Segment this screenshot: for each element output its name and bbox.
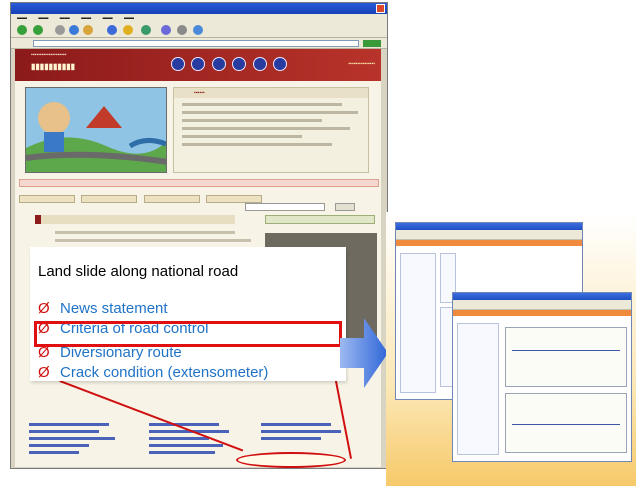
- link[interactable]: [149, 451, 215, 454]
- link[interactable]: [149, 437, 209, 440]
- side-list: [400, 253, 436, 393]
- link[interactable]: [29, 423, 109, 426]
- url-field[interactable]: [33, 40, 359, 47]
- browser-toolbar: [11, 22, 387, 38]
- extensometer-chart-bottom: [505, 393, 627, 453]
- link[interactable]: [29, 451, 79, 454]
- callout-item-label: Crack condition (extensometer): [60, 364, 269, 381]
- home-icon[interactable]: [83, 25, 93, 35]
- browser-window: ▬▬ ▬▬ ▬▬ ▬▬ ▬▬ ▬▬ ▪▪▪▪▪▪▪▪▪▪▪▪▪▪▪▪▪▪▪▪ ▮…: [10, 2, 388, 469]
- history-icon[interactable]: [141, 25, 151, 35]
- panel-heading: ▪▪▪▪▪▪: [174, 88, 368, 98]
- page-tabs: [19, 190, 379, 203]
- header-info: ▪▪▪▪▪▪▪▪▪▪▪▪▪▪▪: [348, 61, 375, 67]
- nav-circle-button[interactable]: [211, 57, 226, 71]
- page-tab[interactable]: [81, 195, 138, 203]
- page-tab[interactable]: [206, 195, 263, 203]
- hero-section: ▪▪▪▪▪▪: [15, 81, 381, 175]
- link-column: [149, 423, 249, 458]
- highlighted-link-ellipse[interactable]: [236, 452, 346, 468]
- site-subtitle: ▪▪▪▪▪▪▪▪▪▪▪▪▪▪▪▪▪▪▪▪: [31, 52, 67, 58]
- title-bar: [11, 3, 387, 14]
- window-toolbar: [396, 230, 582, 240]
- window-title-bar: [453, 293, 631, 300]
- star-icon[interactable]: [123, 25, 133, 35]
- callout-item-label: News statement: [60, 300, 168, 317]
- menu-item[interactable]: ▬▬: [38, 15, 48, 21]
- nav-circle-button[interactable]: [273, 57, 288, 71]
- callout-item-news[interactable]: Ø News statement: [38, 299, 168, 319]
- link[interactable]: [149, 444, 223, 447]
- menu-item[interactable]: ▬▬: [81, 15, 91, 21]
- print-icon[interactable]: [177, 25, 187, 35]
- menu-item[interactable]: ▬▬: [17, 15, 27, 21]
- menu-item[interactable]: ▬▬: [124, 15, 134, 21]
- nav-circle-button[interactable]: [252, 57, 267, 71]
- window-header-strip: [453, 310, 631, 316]
- link[interactable]: [149, 423, 219, 426]
- link[interactable]: [29, 437, 115, 440]
- highlight-box: [34, 321, 342, 347]
- link[interactable]: [29, 444, 89, 447]
- edit-icon[interactable]: [193, 25, 203, 35]
- page-tab[interactable]: [143, 195, 200, 203]
- link[interactable]: [261, 437, 321, 440]
- window-title-bar: [396, 223, 582, 230]
- window-header-strip: [396, 240, 582, 246]
- go-button[interactable]: [363, 40, 381, 47]
- site-search: [245, 203, 379, 211]
- close-icon[interactable]: [376, 4, 385, 13]
- callout-item-crack[interactable]: Ø Crack condition (extensometer): [38, 363, 268, 383]
- menu-item[interactable]: ▬▬: [60, 15, 70, 21]
- page-tab[interactable]: [19, 195, 75, 203]
- chart-window: [452, 292, 632, 462]
- nav-circle-button[interactable]: [191, 57, 206, 71]
- refresh-icon[interactable]: [69, 25, 79, 35]
- bullet-icon: Ø: [38, 364, 50, 381]
- bullet-icon: Ø: [38, 300, 50, 317]
- notice-panel: ▪▪▪▪▪▪: [173, 87, 369, 173]
- illustration: [25, 87, 167, 173]
- alert-strip: [19, 179, 379, 187]
- menu-item[interactable]: ▬▬: [103, 15, 113, 21]
- callout-box: Land slide along national road Ø News sta…: [30, 247, 346, 381]
- window-toolbar: [453, 300, 631, 310]
- extensometer-chart-top: [505, 327, 627, 387]
- link[interactable]: [29, 430, 99, 433]
- side-heading: [265, 215, 375, 224]
- link[interactable]: [261, 430, 341, 433]
- address-bar: [11, 38, 387, 49]
- link-column: [29, 423, 129, 458]
- site-search-button[interactable]: [335, 203, 355, 211]
- stop-icon[interactable]: [55, 25, 65, 35]
- nav-circle-button[interactable]: [171, 57, 185, 71]
- arrow-right-icon: [340, 318, 388, 388]
- link[interactable]: [261, 423, 331, 426]
- site-search-input[interactable]: [245, 203, 325, 211]
- nav-circle-button[interactable]: [232, 57, 247, 71]
- side-list: [457, 323, 499, 455]
- callout-title: Land slide along national road: [38, 263, 239, 280]
- nav-circles: [171, 57, 289, 76]
- section-heading: [35, 215, 235, 224]
- menu-bar: ▬▬ ▬▬ ▬▬ ▬▬ ▬▬ ▬▬: [11, 14, 387, 22]
- back-arrow-icon[interactable]: [17, 25, 27, 35]
- search-icon[interactable]: [107, 25, 117, 35]
- site-header: ▪▪▪▪▪▪▪▪▪▪▪▪▪▪▪▪▪▪▪▪ ▮▮▮▮▮▮▮▮▮▮ ▪▪▪▪▪▪▪▪…: [15, 49, 381, 81]
- forward-arrow-icon[interactable]: [33, 25, 43, 35]
- site-title: ▮▮▮▮▮▮▮▮▮▮: [31, 62, 76, 71]
- mail-icon[interactable]: [161, 25, 171, 35]
